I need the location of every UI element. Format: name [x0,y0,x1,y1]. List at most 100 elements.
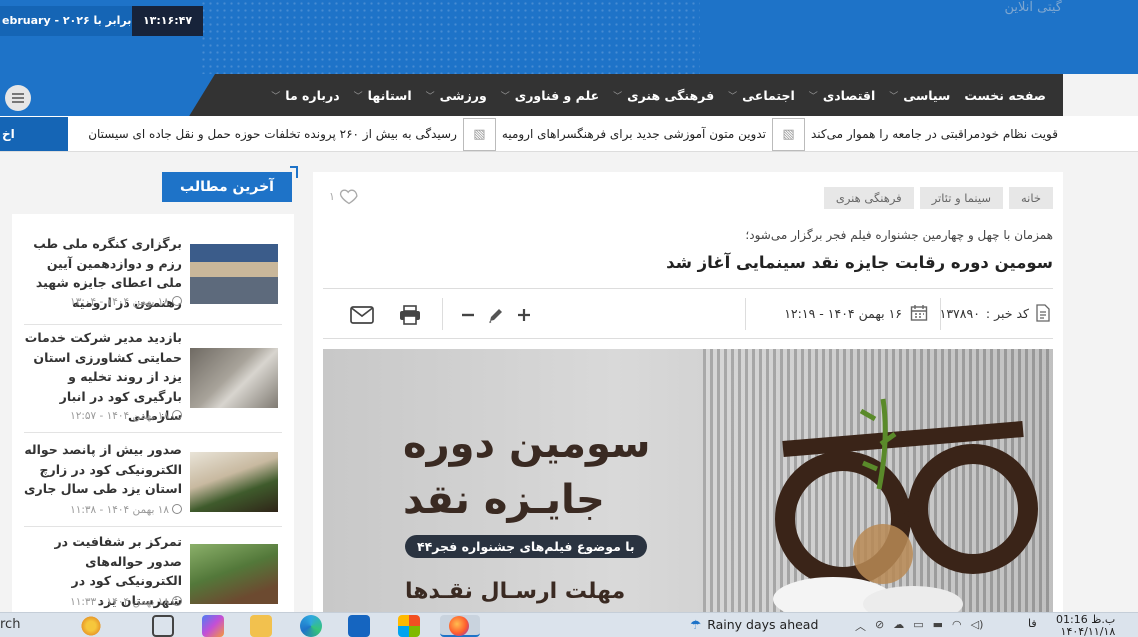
latest-posts-list: برگزاری کنگره ملی طب رزم و دوازدهمین آیی… [12,214,294,612]
clock-icon [172,296,182,306]
weather-text: Rainy days ahead [707,617,819,632]
sidebar-heading: آخرین مطالب [162,166,298,202]
latest-posts-sidebar: آخرین مطالب برگزاری کنگره ملی طب رزم و د… [12,166,298,612]
article-hero-image: سومین دوره جایـزه نقد با موضوع فیلم‌های … [323,349,1053,612]
list-item[interactable]: برگزاری کنگره ملی طب رزم و دوازدهمین آیی… [24,228,282,328]
nav-list: صفحه نخست ﹀ سیاسی ﹀ اقتصادی ﹀ اجتماعی ﹀ فرهنگی ه… [264,74,1053,116]
weather-widget[interactable]: ☂ Rainy days ahead [690,617,818,632]
print-icon[interactable] [397,302,423,328]
divider [940,298,941,330]
ticker-item[interactable]: قویت نظام خودمراقبتی در جامعه را هموار م… [805,127,1064,141]
nav-item-label: اجتماعی [742,87,795,103]
ticker-item[interactable]: رسیدگی به بیش از ۲۶۰ پرونده تخلفات حوزه … [82,127,463,141]
breadcrumb-home[interactable]: خانه [1009,187,1053,209]
article-toolbar: کد خبر : ۱۳۷۸۹۰ ۱۶ بهمن ۱۴۰۴ - ۱۲:۱۹ [323,296,1053,338]
nav-item[interactable]: ﹀ ورزشی [419,88,494,103]
chevron-down-icon: ﹀ [425,91,435,102]
usb-icon[interactable]: ▭ [913,618,923,634]
news-code-label: کد خبر : [985,305,1029,321]
post-thumbnail[interactable] [190,244,278,304]
hero-title-line3: مهلت ارسـال نقـدها [405,579,626,604]
copilot-sparkle-icon[interactable] [80,615,102,637]
wifi-icon[interactable]: ◠ [952,618,962,634]
divider [442,298,443,330]
post-time-text: ۱۸ بهمن ۱۴۰۴ - ۱۳:۰۴ [70,296,169,308]
nav-item[interactable]: ﹀ درباره ما [264,88,346,103]
nav-item-label: فرهنگی هنری [627,87,715,103]
taskbar-clock[interactable]: 01:16 ب.ظ ۱۴۰۴/۱۱/۱۸ [1056,614,1115,637]
email-icon[interactable] [349,302,375,328]
nav-item[interactable]: ﹀ فرهنگی هنری [606,88,721,103]
breadcrumb-cinema[interactable]: سینما و تئاتر [919,187,1004,209]
post-time: ۱۸ بهمن ۱۴۰۴ - ۱۳:۰۴ [70,296,182,308]
edge-browser-icon[interactable] [300,615,322,637]
task-view-icon[interactable] [152,615,174,637]
hamburger-menu-icon[interactable] [5,85,31,111]
post-time: ۱۸ بهمن ۱۴۰۴ - ۱۲:۵۷ [70,410,182,422]
ticker-track: قویت نظام خودمراقبتی در جامعه را هموار م… [82,116,1064,151]
outlook-icon[interactable] [348,615,370,637]
hero-title-line1: سومین دوره [403,421,651,467]
firefox-active-icon[interactable] [440,615,480,637]
nav-item[interactable]: ﹀ علم و فناوری [494,88,606,103]
header-pattern [200,0,700,74]
font-increase-icon[interactable] [511,302,537,328]
ticker-item[interactable]: تدوین متون آموزشی جدید برای فرهنگسراهای … [496,127,772,141]
nav-item-label: اقتصادی [822,87,876,103]
nav-item[interactable]: صفحه نخست [957,88,1053,103]
copilot-app-icon[interactable] [202,615,224,637]
post-time-text: ۱۸ بهمن ۱۴۰۴ - ۱۲:۵۷ [70,410,169,422]
post-title[interactable]: صدور بیش از پانصد حواله الکترونیکی کود د… [24,440,182,499]
nav-left-accent [0,74,215,116]
news-thumbnail-icon: ▧ [462,117,496,151]
nav-item[interactable]: ﹀ سیاسی [882,88,957,103]
nav-item-label: ورزشی [439,87,487,103]
article-headline: سومین دوره رقابت جایزه نقد سینمایی آغاز … [666,253,1053,272]
language-indicator[interactable]: فا [1028,617,1037,630]
breadcrumb-culture[interactable]: فرهنگی هنری [823,187,914,209]
chevron-down-icon: ﹀ [500,91,510,102]
hero-title-line2: جایـزه نقد [403,477,605,523]
volume-icon[interactable]: ◁) [971,618,984,634]
chevron-up-icon[interactable]: ︿ [855,618,866,634]
chevron-down-icon: ﹀ [808,91,818,102]
calendar-icon [910,305,928,321]
post-time-text: ۱۸ بهمن ۱۴۰۴ - ۱۱:۳۳ [70,596,169,608]
list-item[interactable]: تمرکز بر شفافیت در صدور حواله‌های الکترو… [24,530,282,612]
hero-subtitle-pill: با موضوع فیلم‌های جشنواره فجر۴۴ [405,535,647,558]
article-container: خانه سینما و تئاتر فرهنگی هنری ۱ همزمان … [313,172,1063,612]
site-logo-text[interactable]: گیتی آنلاین [1004,0,1062,15]
file-explorer-icon[interactable] [250,615,272,637]
nav-item-label: صفحه نخست [964,87,1046,103]
post-time: ۱۸ بهمن ۱۴۰۴ - ۱۱:۳۸ [70,504,182,516]
news-code: کد خبر : ۱۳۷۸۹۰ [940,304,1051,322]
nav-item[interactable]: ﹀ اقتصادی [802,88,882,103]
cloud-icon[interactable]: ☁ [893,618,904,634]
post-thumbnail[interactable] [190,452,278,512]
battery-icon[interactable]: ▬ [933,618,943,634]
chevron-down-icon: ﹀ [728,91,738,102]
post-thumbnail[interactable] [190,348,278,408]
breadcrumb: خانه سینما و تئاتر فرهنگی هنری [823,187,1053,209]
nav-item-label: سیاسی [903,87,951,103]
mute-icon[interactable]: ⊘ [875,618,884,634]
umbrella-icon: ☂ [690,617,702,632]
like-button[interactable]: ۱ [329,186,359,206]
nav-item[interactable]: ﹀ اجتماعی [721,88,802,103]
system-tray: ︿ ⊘ ☁ ▭ ▬ ◠ ◁) [855,618,983,634]
clock-icon [172,596,182,606]
post-thumbnail[interactable] [190,544,278,604]
store-icon[interactable] [398,615,420,637]
windows-taskbar: rch ☂ Rainy days ahead ︿ ⊘ ☁ ▭ ▬ ◠ ◁) فا… [0,612,1138,637]
divider [745,298,746,330]
chevron-down-icon: ﹀ [353,91,363,102]
nav-item[interactable]: ﹀ استانها [347,88,419,103]
list-item[interactable]: بازدید مدیر شرکت خدمات حمایتی کشاورزی اس… [24,328,282,433]
divider [24,432,282,433]
taskbar-search[interactable]: rch [0,617,20,632]
site-header: ebruary - ۲۰۲۶ برابر با : ۱۳:۱۶:۴۷ گیتی … [0,0,1138,74]
news-code-value: ۱۳۷۸۹۰ [939,305,980,321]
pencil-icon[interactable] [483,302,509,328]
list-item[interactable]: صدور بیش از پانصد حواله الکترونیکی کود د… [24,436,282,527]
font-decrease-icon[interactable] [455,302,481,328]
